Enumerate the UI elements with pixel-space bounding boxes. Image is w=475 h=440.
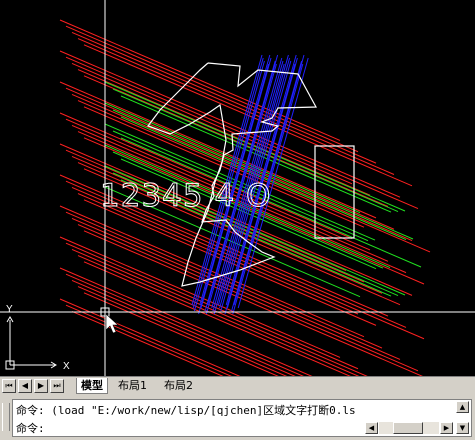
command-line-1: 命令: (load "E:/work/new/lisp/[qjchen]区域文字… [16,404,356,417]
first-icon: ⏮ [5,381,13,390]
scroll-down-button[interactable]: ▼ [456,422,469,434]
tab-prev-button[interactable]: ◀ [18,379,32,393]
prev-icon: ◀ [21,381,29,390]
tab-model[interactable]: 模型 [76,378,108,394]
red-hatch-line [71,217,401,360]
layout-tab-bar: ⏮ ◀ ▶ ⏭ 模型 布局1 布局2 [0,376,475,397]
red-hatch-line [59,298,241,376]
scroll-up-icon: ▲ [459,403,466,411]
red-hatch-line [65,25,359,153]
scroll-up-button[interactable]: ▲ [456,401,469,413]
ucs-x-label: X [63,361,70,372]
scroll-down-icon: ▼ [459,424,466,432]
red-hatch-line [71,93,413,242]
command-prompt[interactable]: 命令: [16,420,45,436]
drawing-svg[interactable]: 12345 4 O Y X [0,0,475,376]
command-history[interactable]: 命令: (load "E:/work/new/lisp/[qjchen]区域文字… [12,399,472,437]
red-hatch-line [59,112,353,240]
horizontal-scroll-thumb[interactable] [393,422,423,434]
command-window-grip[interactable] [2,403,10,431]
red-hatch-line [71,310,224,376]
last-icon: ⏭ [53,381,61,390]
next-icon: ▶ [37,381,45,390]
tab-last-button[interactable]: ⏭ [50,379,64,393]
tab-layout2[interactable]: 布局2 [160,378,197,393]
ucs-icon: Y X [5,304,70,372]
tab-next-button[interactable]: ▶ [34,379,48,393]
drawing-text: 12345 4 O [100,178,271,214]
ucs-y-label: Y [6,304,13,315]
tab-layout1[interactable]: 布局1 [114,378,151,393]
tab-first-button[interactable]: ⏮ [2,379,16,393]
scroll-left-icon: ◀ [368,424,375,432]
scroll-right-button[interactable]: ▶ [440,422,453,434]
scroll-right-icon: ▶ [443,424,450,432]
horizontal-scroll-track[interactable] [379,422,439,434]
drawing-canvas[interactable]: 12345 4 O Y X [0,0,475,376]
red-hatch-line [71,62,353,185]
command-window: 命令: (load "E:/work/new/lisp/[qjchen]区域文字… [0,396,475,440]
scroll-left-button[interactable]: ◀ [365,422,378,434]
red-hatch-line [71,31,377,164]
